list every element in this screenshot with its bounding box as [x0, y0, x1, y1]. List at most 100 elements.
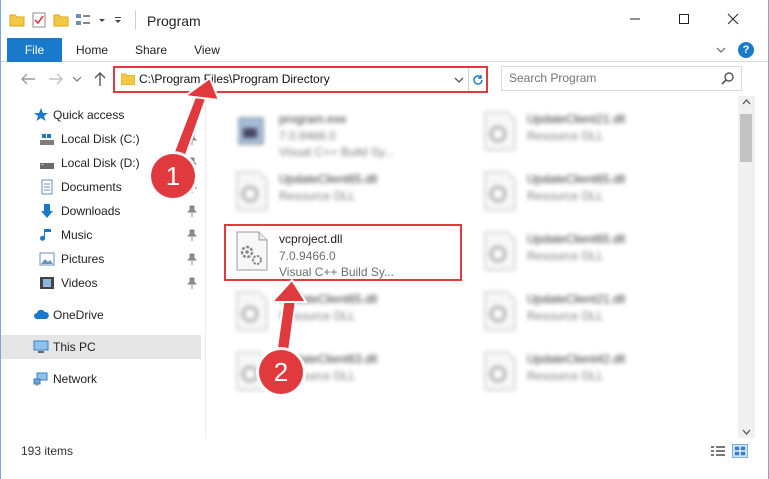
file-name: UpdateClient65.dll: [279, 172, 378, 186]
recent-locations-button[interactable]: [71, 70, 83, 88]
up-button[interactable]: [91, 70, 109, 88]
new-folder-icon[interactable]: [53, 12, 69, 28]
file-tile[interactable]: program.exe 7.0.9466.0 Visual C++ Build …: [229, 102, 469, 159]
scrollbar-thumb[interactable]: [740, 114, 752, 162]
dll-icon: [236, 171, 268, 211]
scroll-down-icon[interactable]: [742, 428, 751, 436]
file-name: program.exe: [279, 112, 347, 126]
chevron-down-icon[interactable]: [97, 12, 107, 28]
sidebar-item-pictures[interactable]: Pictures: [1, 247, 201, 271]
maximize-icon: [679, 14, 689, 24]
title-separator: [135, 10, 136, 30]
pin-icon[interactable]: [187, 253, 197, 265]
cloud-icon: [34, 309, 49, 319]
file-tile[interactable]: UpdateClient21.dll Resource DLL: [477, 102, 717, 158]
document-icon: [41, 179, 53, 195]
pin-icon[interactable]: [187, 277, 197, 289]
dll-icon: [484, 291, 516, 331]
sidebar-item-this-pc[interactable]: This PC: [1, 335, 201, 359]
title-bar: Program: [1, 0, 768, 38]
sidebar-item-quick-access[interactable]: Quick access: [1, 103, 201, 127]
search-box[interactable]: [501, 66, 742, 91]
drive-icon: [40, 134, 54, 145]
details-view-icon[interactable]: [710, 444, 726, 458]
file-tile[interactable]: UpdateClient21.dll Resource DLL: [477, 282, 717, 338]
sidebar-item-local-disk-c[interactable]: Local Disk (C:): [1, 127, 201, 151]
sidebar-item-downloads[interactable]: Downloads: [1, 199, 201, 223]
pin-icon[interactable]: [187, 133, 197, 145]
search-input[interactable]: [509, 71, 709, 85]
file-tile[interactable]: UpdateClient42.dll Resource DLL: [477, 342, 717, 398]
tiles-view-icon[interactable]: [732, 444, 748, 458]
properties-icon[interactable]: [31, 12, 47, 28]
sidebar-item-videos[interactable]: Videos: [1, 271, 201, 295]
status-bar: 193 items: [1, 438, 768, 462]
navigation-pane: Quick access Local Disk (C:) Local Disk …: [1, 96, 206, 438]
item-count: 193 items: [21, 444, 74, 458]
expand-ribbon-icon[interactable]: [715, 44, 727, 56]
sidebar-item-onedrive[interactable]: OneDrive: [1, 303, 201, 327]
file-name: UpdateClient42.dll: [527, 352, 626, 366]
file-type: Resource DLL: [527, 189, 604, 203]
video-icon: [40, 277, 54, 289]
file-tile[interactable]: UpdateClient65.dll Resource DLL: [229, 282, 469, 338]
file-type: Resource DLL: [279, 309, 356, 323]
file-tile[interactable]: UpdateClient65.dll Resource DLL: [477, 222, 717, 278]
scroll-up-icon[interactable]: [742, 98, 751, 106]
dll-icon: [484, 111, 516, 151]
sidebar-item-label: Local Disk (C:): [61, 132, 140, 146]
dll-icon: [484, 231, 516, 271]
ribbon-tabs: File Home Share View ?: [1, 38, 768, 62]
maximize-button[interactable]: [661, 0, 707, 38]
tab-file[interactable]: File: [7, 38, 62, 62]
step-1-badge: 1: [151, 154, 195, 198]
address-bar[interactable]: C:\Program Files\Program Directory: [113, 66, 488, 93]
sidebar-item-network[interactable]: Network: [1, 367, 201, 391]
close-button[interactable]: [710, 0, 756, 38]
picture-icon: [39, 252, 55, 266]
file-type: Resource DLL: [527, 249, 604, 263]
chevron-down-icon[interactable]: [453, 74, 465, 86]
help-icon[interactable]: ?: [738, 42, 754, 58]
step-2-badge: 2: [259, 350, 303, 394]
vertical-scrollbar[interactable]: [738, 96, 755, 438]
sidebar-item-music[interactable]: Music: [1, 223, 201, 247]
drive-icon: [40, 163, 54, 169]
file-name: UpdateClient65.dll: [527, 232, 626, 246]
tab-home[interactable]: Home: [69, 38, 115, 62]
computer-icon: [33, 340, 49, 353]
arrow-up-icon: [94, 72, 106, 86]
file-name: UpdateClient65.dll: [527, 172, 626, 186]
folder-icon: [121, 73, 135, 85]
forward-button[interactable]: [47, 70, 65, 88]
sidebar-item-label: This PC: [53, 340, 96, 354]
file-tile[interactable]: UpdateClient65.dll Resource DLL: [477, 162, 717, 218]
close-icon: [727, 13, 739, 25]
sidebar-item-label: Pictures: [61, 252, 105, 266]
file-type: Resource DLL: [279, 189, 356, 203]
file-name: UpdateClient65.dll: [279, 292, 378, 306]
refresh-icon: [472, 74, 483, 85]
pin-icon[interactable]: [187, 229, 197, 241]
file-tile[interactable]: UpdateClient65.dll Resource DLL: [229, 162, 469, 218]
download-icon: [41, 204, 53, 218]
tab-view[interactable]: View: [187, 38, 227, 62]
sidebar-item-label: Downloads: [61, 204, 121, 218]
highlight-box: [224, 224, 462, 281]
refresh-button[interactable]: [468, 68, 486, 91]
address-path[interactable]: C:\Program Files\Program Directory: [139, 72, 330, 86]
exe-icon: [238, 117, 264, 145]
file-name: UpdateClient21.dll: [527, 292, 626, 306]
view-options-icon[interactable]: [75, 12, 91, 28]
back-button[interactable]: [19, 70, 37, 88]
chevron-down-icon: [72, 76, 82, 82]
tab-share[interactable]: Share: [127, 38, 175, 62]
pin-icon[interactable]: [187, 205, 197, 217]
file-description: Visual C++ Build Sy...: [279, 145, 394, 159]
minimize-button[interactable]: [612, 0, 658, 38]
search-icon[interactable]: [720, 71, 736, 87]
folder-icon[interactable]: [9, 12, 25, 28]
file-type: Resource DLL: [527, 129, 604, 143]
file-name: UpdateClient21.dll: [527, 112, 626, 126]
customize-toolbar-icon[interactable]: [113, 12, 123, 28]
